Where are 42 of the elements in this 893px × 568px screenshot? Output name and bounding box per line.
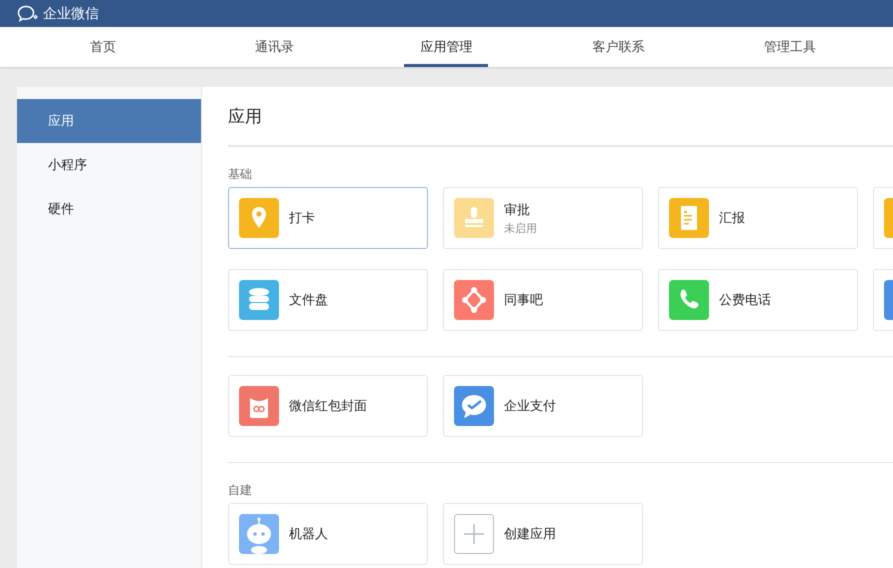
sidebar-item[interactable]: 硬件 <box>17 187 201 231</box>
plus-icon <box>454 514 494 554</box>
nav-tab[interactable]: 应用管理 <box>404 27 488 67</box>
chat-bubble-icon <box>17 4 39 22</box>
app-card[interactable]: 打卡 <box>228 187 428 249</box>
envelope-icon <box>239 386 279 426</box>
app-name: 机器人 <box>289 526 328 543</box>
app-name: 汇报 <box>719 210 745 227</box>
app-card[interactable]: 创建应用 <box>443 503 643 565</box>
app-card[interactable]: 同事吧 <box>443 269 643 331</box>
app-title: 企业微信 <box>43 4 99 22</box>
section-label: 自建 <box>228 482 253 499</box>
phone-icon <box>669 280 709 320</box>
chat-check-icon <box>454 386 494 426</box>
page-title: 应用 <box>228 87 893 146</box>
app-card[interactable]: 汇报 <box>658 187 858 249</box>
nav-tab[interactable]: 首页 <box>74 27 132 67</box>
app-name: 同事吧 <box>504 292 543 309</box>
app-status: 未启用 <box>504 220 537 236</box>
nav-tab[interactable]: 客户联系 <box>576 27 660 67</box>
app-card[interactable]: 审批 未启用 <box>443 187 643 249</box>
app-name: 微信红包封面 <box>289 398 367 415</box>
nav-tab[interactable]: 通讯录 <box>239 27 310 67</box>
app-name: 创建应用 <box>504 526 556 543</box>
app-name: 文件盘 <box>289 292 328 309</box>
database-icon <box>239 280 279 320</box>
app-card[interactable]: 文件盘 <box>228 269 428 331</box>
robot-icon <box>239 514 279 554</box>
app-card[interactable]: 企业支付 <box>443 375 643 437</box>
section-label: 基础 <box>228 166 253 183</box>
stamp-icon <box>454 198 494 238</box>
app-name: 公费电话 <box>719 292 771 309</box>
app-name: 打卡 <box>289 210 315 227</box>
sidebar-item[interactable]: 应用 <box>17 99 201 143</box>
app-card[interactable]: 机器人 <box>228 503 428 565</box>
nav-tab[interactable]: 管理工具 <box>748 27 832 67</box>
network-icon <box>454 280 494 320</box>
app-card[interactable]: 微信红包封面 <box>228 375 428 437</box>
sidebar-item[interactable]: 小程序 <box>17 143 201 187</box>
app-name: 企业支付 <box>504 398 556 415</box>
app-name: 审批 <box>504 202 531 218</box>
app-card[interactable]: 公费电话 <box>658 269 858 331</box>
